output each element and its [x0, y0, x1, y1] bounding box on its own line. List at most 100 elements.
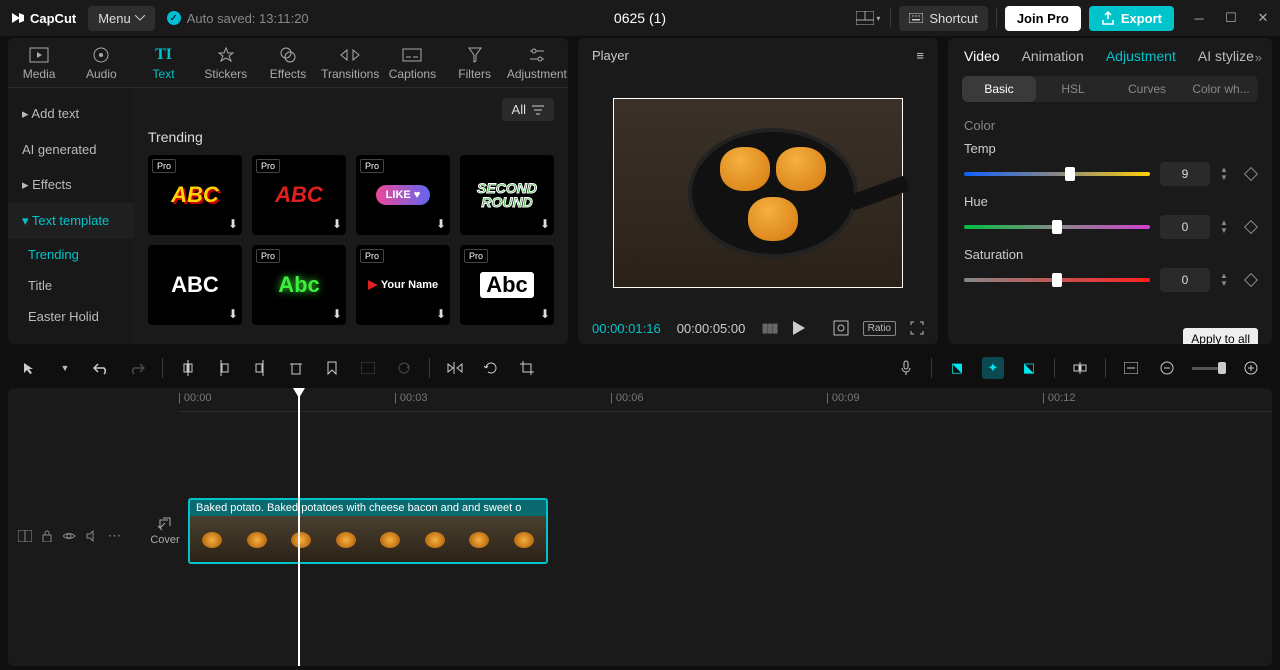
- inspector-tab[interactable]: Animation: [1022, 48, 1084, 64]
- cover-button[interactable]: Cover: [148, 516, 182, 546]
- download-icon[interactable]: ⬇: [436, 307, 446, 321]
- filter-all-button[interactable]: All: [502, 98, 554, 121]
- eye-icon[interactable]: [62, 531, 76, 541]
- sidebar-sub-item[interactable]: Title: [8, 270, 134, 301]
- download-icon[interactable]: ⬇: [540, 307, 550, 321]
- param-value[interactable]: 0: [1160, 215, 1210, 239]
- adjustment-subtab[interactable]: HSL: [1036, 76, 1110, 102]
- pointer-tool-icon[interactable]: [18, 357, 40, 379]
- keyframe-icon[interactable]: [1244, 167, 1258, 181]
- align-icon[interactable]: [1069, 357, 1091, 379]
- expand-icon[interactable]: »: [1255, 50, 1262, 65]
- sidebar-item[interactable]: ▸ Add text: [8, 96, 134, 132]
- template-thumb[interactable]: ProLIKE ♥⬇: [356, 155, 450, 235]
- playhead[interactable]: [298, 388, 300, 666]
- magnet-center-icon[interactable]: ✦: [982, 357, 1004, 379]
- ratio-button[interactable]: Ratio: [863, 321, 896, 336]
- video-preview[interactable]: [613, 98, 903, 288]
- maximize-icon[interactable]: ☐: [1224, 10, 1238, 26]
- media-tab-audio[interactable]: Audio: [70, 38, 132, 87]
- media-tab-media[interactable]: Media: [8, 38, 70, 87]
- mic-icon[interactable]: [895, 357, 917, 379]
- close-icon[interactable]: ✕: [1256, 10, 1270, 26]
- param-slider[interactable]: [964, 172, 1150, 176]
- download-icon[interactable]: ⬇: [228, 307, 238, 321]
- magnet-right-icon[interactable]: ⬕: [1018, 357, 1040, 379]
- media-tab-transitions[interactable]: Transitions: [319, 38, 381, 87]
- inspector-tab[interactable]: Adjustment: [1106, 48, 1176, 64]
- collapse-icon[interactable]: [18, 530, 32, 542]
- keyframe-icon[interactable]: [1244, 220, 1258, 234]
- download-icon[interactable]: ⬇: [332, 217, 342, 231]
- param-stepper[interactable]: ▲▼: [1220, 272, 1236, 288]
- more-icon[interactable]: ⋯: [108, 528, 122, 544]
- param-value[interactable]: 0: [1160, 268, 1210, 292]
- media-tab-effects[interactable]: Effects: [257, 38, 319, 87]
- focus-icon[interactable]: [833, 320, 849, 336]
- adjustment-subtab[interactable]: Basic: [962, 76, 1036, 102]
- video-clip[interactable]: Baked potato. Baked potatoes with cheese…: [188, 498, 548, 564]
- param-slider[interactable]: [964, 278, 1150, 282]
- menu-button[interactable]: Menu: [88, 6, 155, 31]
- shortcut-button[interactable]: Shortcut: [899, 6, 987, 31]
- param-value[interactable]: 9: [1160, 162, 1210, 186]
- param-slider[interactable]: [964, 225, 1150, 229]
- template-thumb[interactable]: ABC⬇: [148, 245, 242, 325]
- inspector-tab[interactable]: Video: [964, 48, 1000, 64]
- zoom-in-icon[interactable]: [1240, 357, 1262, 379]
- keyframe-icon[interactable]: [1244, 273, 1258, 287]
- media-tab-filters[interactable]: Filters: [444, 38, 506, 87]
- zoom-fit-icon[interactable]: [1120, 357, 1142, 379]
- frame-icon[interactable]: [357, 357, 379, 379]
- redo-icon[interactable]: [126, 357, 148, 379]
- sidebar-sub-item[interactable]: Easter Holid: [8, 301, 134, 332]
- sidebar-item[interactable]: ▸ Effects: [8, 167, 134, 203]
- export-button[interactable]: Export: [1089, 6, 1174, 31]
- download-icon[interactable]: ⬇: [540, 217, 550, 231]
- sidebar-item[interactable]: ▾ Text template: [8, 203, 134, 239]
- join-pro-button[interactable]: Join Pro: [1005, 6, 1081, 31]
- minimize-icon[interactable]: ─: [1192, 11, 1206, 26]
- mirror-icon[interactable]: [444, 357, 466, 379]
- download-icon[interactable]: ⬇: [228, 217, 238, 231]
- sidebar-sub-item[interactable]: Trending: [8, 239, 134, 270]
- player-menu-icon[interactable]: ≡: [916, 48, 924, 63]
- template-thumb[interactable]: ProAbc⬇: [460, 245, 554, 325]
- adjustment-subtab[interactable]: Color wh...: [1184, 76, 1258, 102]
- template-thumb[interactable]: ProAbc⬇: [252, 245, 346, 325]
- media-tab-captions[interactable]: Captions: [381, 38, 443, 87]
- lock-icon[interactable]: [42, 530, 52, 542]
- crop-icon[interactable]: [516, 357, 538, 379]
- magnet-left-icon[interactable]: ⬔: [946, 357, 968, 379]
- trim-right-icon[interactable]: [249, 357, 271, 379]
- fullscreen-icon[interactable]: [910, 321, 924, 335]
- list-icon[interactable]: ▮▮▮: [761, 320, 776, 336]
- undo-icon[interactable]: [90, 357, 112, 379]
- mute-icon[interactable]: [86, 530, 98, 542]
- chevron-down-icon[interactable]: ▼: [54, 357, 76, 379]
- reverse-icon[interactable]: [393, 357, 415, 379]
- template-thumb[interactable]: ProYour Name⬇: [356, 245, 450, 325]
- layout-icon[interactable]: ▾: [854, 4, 882, 32]
- download-icon[interactable]: ⬇: [332, 307, 342, 321]
- param-stepper[interactable]: ▲▼: [1220, 166, 1236, 182]
- play-button[interactable]: [793, 321, 805, 335]
- template-thumb[interactable]: ProABC⬇: [252, 155, 346, 235]
- template-thumb[interactable]: SECONDROUND⬇: [460, 155, 554, 235]
- bookmark-icon[interactable]: [321, 357, 343, 379]
- split-icon[interactable]: [177, 357, 199, 379]
- delete-icon[interactable]: [285, 357, 307, 379]
- media-tab-stickers[interactable]: Stickers: [195, 38, 257, 87]
- trim-left-icon[interactable]: [213, 357, 235, 379]
- download-icon[interactable]: ⬇: [436, 217, 446, 231]
- sidebar-item[interactable]: AI generated: [8, 132, 134, 167]
- zoom-out-icon[interactable]: [1156, 357, 1178, 379]
- rotate-icon[interactable]: [480, 357, 502, 379]
- zoom-slider[interactable]: [1192, 362, 1226, 374]
- media-tab-text[interactable]: TIText: [132, 38, 194, 87]
- inspector-tab[interactable]: AI stylize: [1198, 48, 1254, 64]
- adjustment-subtab[interactable]: Curves: [1110, 76, 1184, 102]
- param-stepper[interactable]: ▲▼: [1220, 219, 1236, 235]
- template-thumb[interactable]: ProABC⬇: [148, 155, 242, 235]
- media-tab-adjustment[interactable]: Adjustment: [506, 38, 568, 87]
